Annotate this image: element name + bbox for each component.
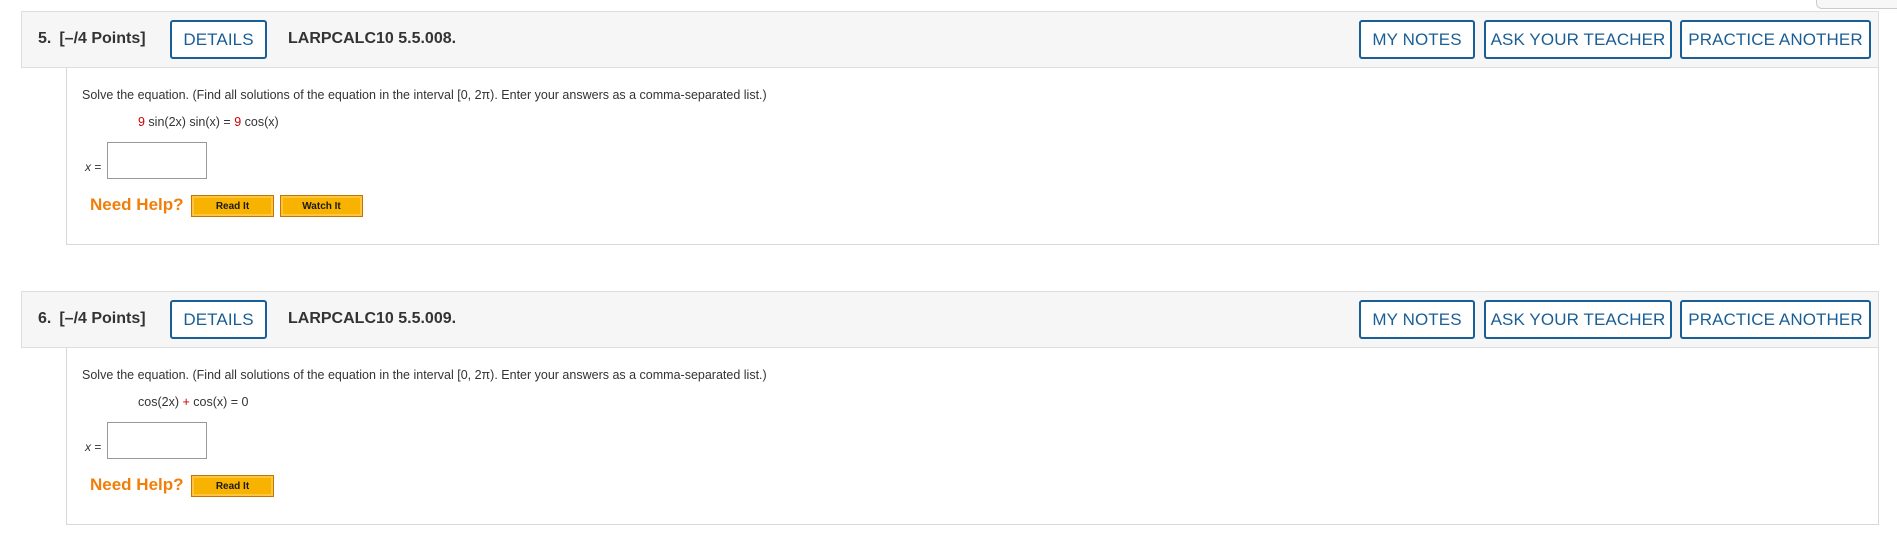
answer-input[interactable]: [107, 142, 207, 179]
question-header: 5. [–/4 Points] DETAILS LARPCALC10 5.5.00…: [21, 11, 1879, 68]
equation: cos(2x) + cos(x) = 0: [138, 395, 248, 409]
answer-label: x =: [85, 440, 101, 454]
read-it-button[interactable]: Read It: [191, 195, 274, 217]
equation-operator: +: [182, 395, 190, 409]
my-notes-button[interactable]: MY NOTES: [1359, 300, 1475, 339]
watch-it-button[interactable]: Watch It: [280, 195, 363, 217]
equation-text: cos(x) = 0: [189, 395, 249, 409]
top-corner-tab: [1816, 0, 1897, 9]
ask-your-teacher-button[interactable]: ASK YOUR TEACHER: [1484, 300, 1672, 339]
question-code: LARPCALC10 5.5.008.: [288, 30, 457, 47]
question-points: [–/4 Points]: [59, 30, 146, 47]
answer-input[interactable]: [107, 422, 207, 459]
practice-another-button[interactable]: PRACTICE ANOTHER: [1680, 300, 1871, 339]
question-prompt: Solve the equation. (Find all solutions …: [82, 368, 767, 382]
answer-equals: =: [91, 160, 102, 174]
equation-text: cos(2x): [138, 395, 183, 409]
question-body: Solve the equation. (Find all solutions …: [66, 348, 1879, 525]
question-number: 6. [–/4 Points]: [38, 310, 146, 328]
question-body: Solve the equation. (Find all solutions …: [66, 68, 1879, 245]
ask-your-teacher-button[interactable]: ASK YOUR TEACHER: [1484, 20, 1672, 59]
need-help-label: Need Help?: [90, 475, 184, 494]
question-number-label: 6.: [38, 310, 52, 327]
question-code: LARPCALC10 5.5.009.: [288, 310, 457, 327]
equation-text: sin(2x) sin(x) =: [144, 115, 235, 129]
question-number-label: 5.: [38, 30, 52, 47]
question-prompt: Solve the equation. (Find all solutions …: [82, 88, 767, 102]
details-button[interactable]: DETAILS: [170, 20, 267, 59]
equation-coefficient: 9: [138, 115, 145, 129]
equation-text: cos(x): [241, 115, 279, 129]
question-header: 6. [–/4 Points] DETAILS LARPCALC10 5.5.00…: [21, 291, 1879, 348]
question-number: 5. [–/4 Points]: [38, 30, 146, 48]
equation: 9 sin(2x) sin(x) = 9 cos(x): [138, 115, 279, 129]
answer-label: x =: [85, 160, 101, 174]
read-it-button[interactable]: Read It: [191, 475, 274, 497]
question-points: [–/4 Points]: [59, 310, 146, 327]
practice-another-button[interactable]: PRACTICE ANOTHER: [1680, 20, 1871, 59]
need-help-label: Need Help?: [90, 195, 184, 214]
details-button[interactable]: DETAILS: [170, 300, 267, 339]
my-notes-button[interactable]: MY NOTES: [1359, 20, 1475, 59]
answer-equals: =: [91, 440, 102, 454]
